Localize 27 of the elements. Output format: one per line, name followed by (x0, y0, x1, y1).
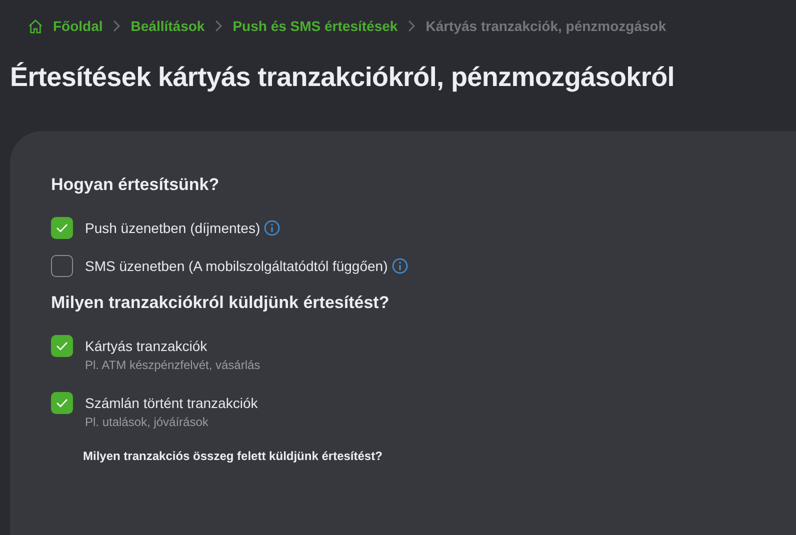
check-icon (56, 341, 68, 351)
breadcrumb-link[interactable]: Főoldal (53, 18, 103, 34)
chevron-right-icon (408, 20, 416, 32)
chevron-right-icon (214, 20, 223, 32)
info-icon[interactable] (392, 258, 408, 274)
check-icon (56, 223, 68, 233)
home-icon (28, 18, 43, 34)
breadcrumb-current[interactable]: Kártyás tranzakciók, pénzmozgások (426, 18, 666, 34)
checkbox[interactable] (51, 392, 73, 414)
checkbox[interactable] (51, 255, 73, 277)
option-hint: Pl. ATM készpénzfelvét, vásárlás (85, 358, 260, 372)
page-title: Értesítések kártyás tranzakciókról, pénzmozgásokról (10, 62, 676, 93)
option-label: SMS üzenetben (A mobilszolgáltatódtól függően) (85, 257, 388, 276)
section-heading: Milyen tranzakciókról küldjünk értesítést? (51, 293, 390, 313)
checkbox[interactable] (51, 217, 73, 239)
checkbox[interactable] (51, 335, 73, 357)
option-label: Kártyás tranzakciók (85, 337, 208, 356)
option-label: Számlán történt tranzakciók (85, 394, 258, 413)
chevron-right-icon (112, 20, 121, 32)
section-heading: Hogyan értesítsünk? (51, 175, 220, 195)
check-icon (56, 398, 68, 408)
option-label: Push üzenetben (díjmentes) (85, 219, 260, 238)
breadcrumb-link[interactable]: Beállítások (130, 18, 205, 34)
info-icon[interactable] (264, 220, 280, 236)
amount-question: Milyen tranzakciós összeg felett küldjünk értesítést? (83, 449, 384, 463)
breadcrumb-link[interactable]: Push és SMS értesítések (232, 18, 398, 34)
option-hint: Pl. utalások, jóváírások (85, 415, 210, 429)
